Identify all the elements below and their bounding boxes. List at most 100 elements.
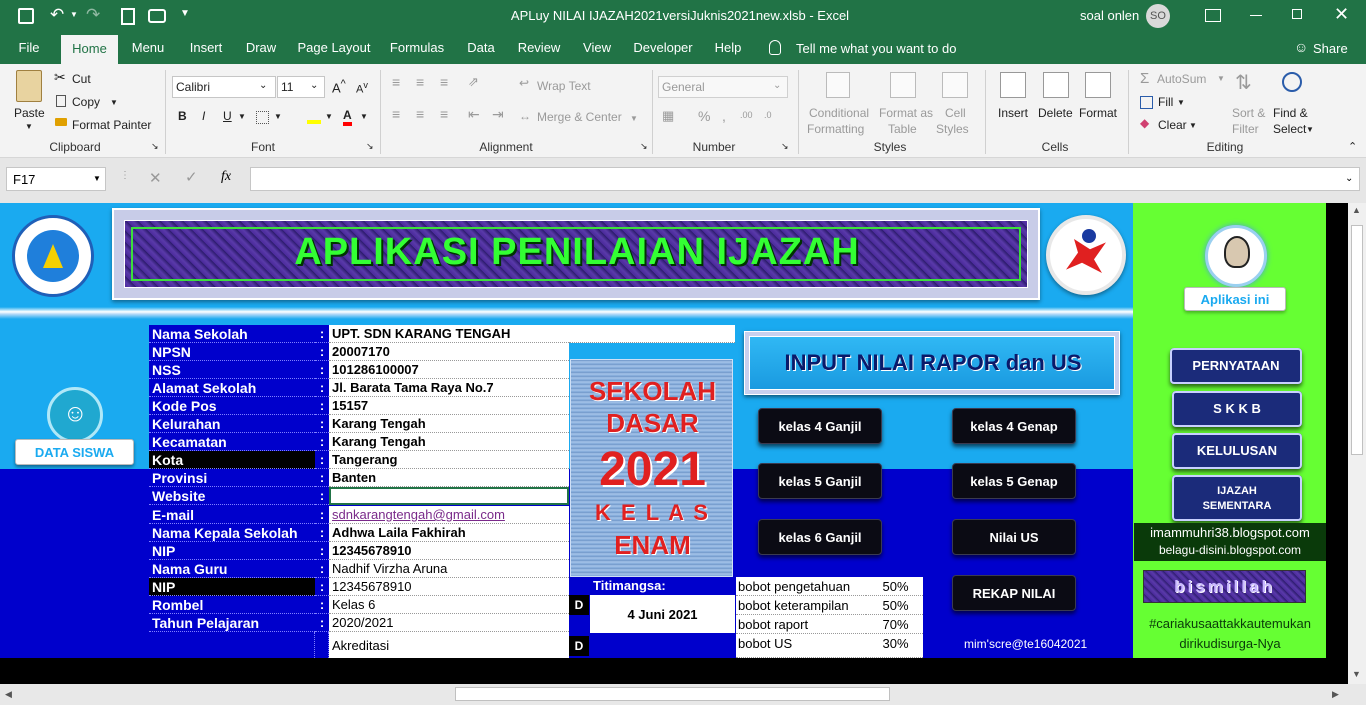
format-painter-button[interactable]: Format Painter	[72, 118, 151, 132]
skkb-button[interactable]: S K K B	[1172, 391, 1302, 427]
cut-icon[interactable]: ✂	[54, 69, 66, 86]
save-icon[interactable]	[18, 8, 34, 24]
bobot-value-3[interactable]: 30%	[866, 634, 923, 658]
rekap-nilai-button[interactable]: REKAP NILAI	[952, 575, 1076, 611]
underline-dropdown-icon[interactable]: ▼	[238, 112, 246, 121]
hscroll-thumb[interactable]	[455, 687, 890, 701]
alignment-launcher-icon[interactable]: ↘	[640, 141, 648, 152]
format-as-table-button[interactable]: Format as	[879, 106, 933, 120]
clear-button[interactable]: Clear	[1158, 118, 1187, 132]
scroll-thumb[interactable]	[1351, 225, 1363, 455]
profile-photo[interactable]	[1205, 225, 1267, 287]
kelas-5-ganjil-button[interactable]: kelas 5 Ganjil	[758, 463, 882, 499]
scroll-left-icon[interactable]: ◀	[5, 689, 12, 700]
avatar[interactable]: SO	[1146, 4, 1170, 28]
blog-link-2[interactable]: belagu-disini.blogspot.com	[1134, 543, 1326, 557]
wrap-text-icon[interactable]: ↩	[519, 76, 529, 90]
font-name-box[interactable]: Calibri ⌄	[172, 76, 276, 98]
ribbon-display-icon[interactable]	[1205, 9, 1221, 22]
tab-help[interactable]: Help	[708, 32, 748, 64]
field-value[interactable]: 20007170	[329, 343, 569, 361]
tab-menu[interactable]: Menu	[128, 32, 168, 64]
field-value[interactable]	[329, 487, 569, 505]
field-value[interactable]: Tangerang	[329, 451, 569, 469]
field-value[interactable]: sdnkarangtengah@gmail.com	[329, 506, 569, 524]
conditional-formatting-button[interactable]: Conditional	[809, 106, 869, 120]
aplikasi-ini-button[interactable]: Aplikasi ini	[1184, 287, 1286, 311]
copy-dropdown-icon[interactable]: ▼	[110, 98, 118, 107]
scroll-down-icon[interactable]: ▼	[1352, 669, 1361, 679]
formula-input[interactable]: ⌄	[250, 167, 1360, 191]
clear-dropdown-icon[interactable]: ▼	[1189, 121, 1197, 130]
field-value[interactable]: Nadhif Virzha Aruna	[329, 560, 569, 578]
format-as-table-icon[interactable]	[890, 72, 916, 98]
increase-decimal-icon[interactable]: .00	[740, 110, 753, 120]
expand-formula-icon[interactable]: ⌄	[1345, 173, 1353, 184]
comma-icon[interactable]: ,	[722, 108, 726, 124]
formula-bar-drag-icon[interactable]: ⋮	[120, 170, 130, 181]
format-cells-icon[interactable]	[1085, 72, 1111, 98]
insert-cells-icon[interactable]	[1000, 72, 1026, 98]
underline-icon[interactable]: U	[223, 109, 232, 123]
increase-font-icon[interactable]: A^	[332, 78, 346, 95]
name-box[interactable]: F17 ▼	[6, 167, 106, 191]
field-value[interactable]: Jl. Barata Tama Raya No.7	[329, 379, 569, 397]
data-siswa-button[interactable]: DATA SISWA	[15, 439, 134, 465]
fill-dropdown-icon[interactable]: ▼	[1177, 98, 1185, 107]
number-format-select[interactable]: General ⌄	[658, 76, 788, 98]
paste-dropdown-icon[interactable]: ▼	[25, 122, 33, 131]
bobot-value-2[interactable]: 70%	[866, 615, 923, 634]
field-value[interactable]: 2020/2021	[329, 614, 569, 632]
cut-button[interactable]: Cut	[72, 72, 91, 86]
decrease-font-icon[interactable]: Av	[356, 80, 368, 96]
copy-button[interactable]: Copy	[72, 95, 100, 109]
akreditasi-cell[interactable]: Akreditasi	[329, 632, 569, 658]
field-value[interactable]: Karang Tengah	[329, 433, 569, 451]
kelas-6-ganjil-button[interactable]: kelas 6 Ganjil	[758, 519, 882, 555]
kelulusan-button[interactable]: KELULUSAN	[1172, 433, 1302, 469]
tell-me-search[interactable]: Tell me what you want to do	[796, 41, 956, 56]
decrease-decimal-icon[interactable]: .0	[764, 110, 772, 120]
align-right-icon[interactable]: ≡	[440, 106, 448, 122]
cancel-formula-icon[interactable]: ✕	[149, 169, 162, 187]
middle-align-icon[interactable]: ≡	[416, 74, 424, 90]
vertical-scrollbar[interactable]: ▲ ▼	[1348, 203, 1366, 684]
scroll-up-icon[interactable]: ▲	[1352, 205, 1361, 215]
percent-icon[interactable]: %	[698, 108, 710, 124]
bottom-align-icon[interactable]: ≡	[440, 74, 448, 90]
worksheet[interactable]: ▲ ▼ APLIKASI PENILAIAN IJAZAH Aplikasi i…	[0, 203, 1366, 684]
eraser-icon[interactable]: ◆	[1140, 116, 1149, 130]
redo-icon[interactable]: ↷	[86, 5, 100, 25]
format-cells-button[interactable]: Format	[1079, 106, 1117, 120]
bobot-value-0[interactable]: 50%	[866, 577, 923, 596]
kelas-4-genap-button[interactable]: kelas 4 Genap	[952, 408, 1076, 444]
find-select-button[interactable]: Find &	[1273, 106, 1308, 120]
tab-page-layout[interactable]: Page Layout	[295, 32, 373, 64]
kelas-4-ganjil-button[interactable]: kelas 4 Ganjil	[758, 408, 882, 444]
tab-review[interactable]: Review	[513, 32, 565, 64]
field-value[interactable]: 15157	[329, 397, 569, 415]
enter-formula-icon[interactable]: ✓	[185, 168, 198, 186]
increase-indent-icon[interactable]: ⇥	[492, 106, 504, 123]
autosum-icon[interactable]: Σ	[1140, 70, 1149, 87]
insert-cells-button[interactable]: Insert	[998, 106, 1028, 120]
minimize-icon[interactable]	[1250, 15, 1262, 16]
field-value[interactable]: UPT. SDN KARANG TENGAH	[329, 325, 569, 343]
titimangsa-date-cell[interactable]: 4 Juni 2021	[590, 595, 735, 633]
tab-draw[interactable]: Draw	[240, 32, 282, 64]
orientation-icon[interactable]: ⇗	[468, 74, 479, 90]
share-button[interactable]: Share	[1313, 41, 1348, 56]
restore-icon[interactable]	[1292, 9, 1302, 19]
field-value[interactable]: 12345678910	[329, 578, 569, 596]
tab-developer[interactable]: Developer	[630, 32, 696, 64]
camera-icon[interactable]	[148, 9, 166, 23]
field-value[interactable]: Karang Tengah	[329, 415, 569, 433]
horizontal-scrollbar[interactable]: ◀ ▶	[0, 684, 1366, 705]
undo-icon[interactable]: ↶	[50, 5, 64, 25]
copy-icon[interactable]	[56, 95, 66, 107]
sort-filter-button[interactable]: Sort &	[1232, 106, 1265, 120]
bobot-value-1[interactable]: 50%	[866, 596, 923, 615]
insert-function-icon[interactable]: fx	[221, 169, 231, 185]
nilai-us-button[interactable]: Nilai US	[952, 519, 1076, 555]
autosum-button[interactable]: AutoSum	[1157, 72, 1206, 86]
